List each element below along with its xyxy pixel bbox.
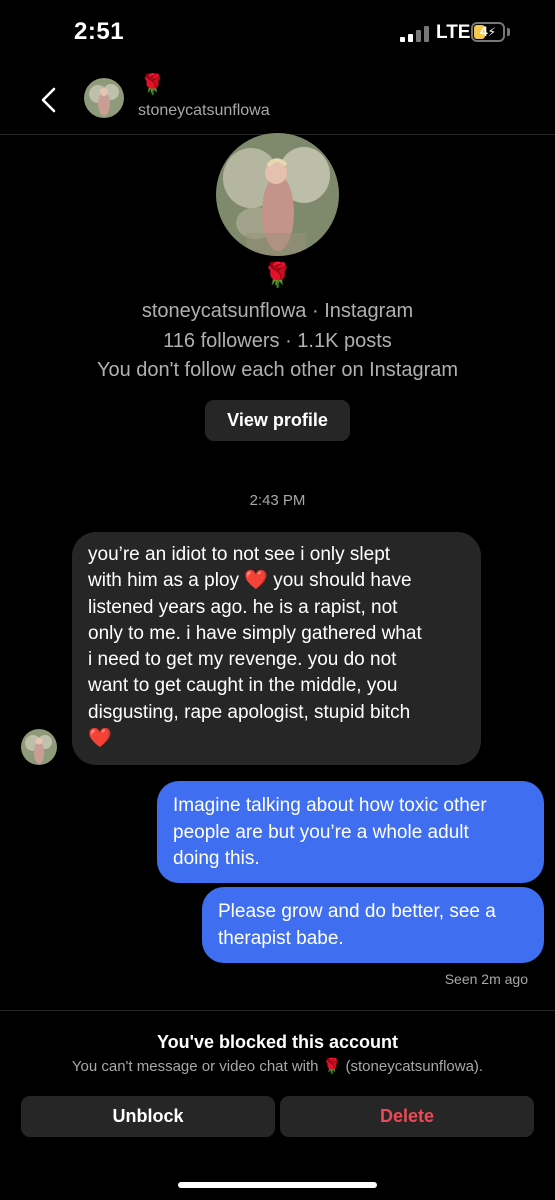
battery-icon: 4⚡ bbox=[471, 22, 505, 42]
sender-avatar[interactable] bbox=[21, 729, 57, 765]
message-line: you’re an idiot to not see i only slept bbox=[88, 544, 391, 565]
avatar[interactable] bbox=[84, 78, 124, 118]
message-line: Please grow and do better, see a bbox=[218, 901, 496, 922]
profile-follow-status: You don't follow each other on Instagram bbox=[96, 359, 459, 381]
profile-picture[interactable] bbox=[216, 133, 339, 256]
back-icon[interactable] bbox=[36, 86, 64, 114]
message-line: doing this. bbox=[173, 848, 260, 869]
status-time: 2:51 bbox=[74, 18, 125, 45]
status-bar: 2:51 LTE 4⚡ bbox=[0, 0, 555, 70]
seen-status: Seen 2m ago bbox=[444, 971, 528, 987]
message-line: listened years ago. he is a rapist, not bbox=[88, 596, 398, 618]
view-profile-button[interactable]: View profile bbox=[205, 400, 350, 441]
message-line: want to get caught in the middle, you bbox=[88, 675, 398, 697]
unblock-button[interactable]: Unblock bbox=[21, 1096, 275, 1137]
message-line: therapist babe. bbox=[218, 927, 344, 949]
sent-message[interactable]: Imagine talking about how toxic other pe… bbox=[157, 781, 544, 883]
delete-button[interactable]: Delete bbox=[280, 1096, 534, 1137]
battery-nub bbox=[507, 28, 510, 36]
battery-level: 4 bbox=[479, 23, 488, 39]
footer-divider bbox=[0, 1010, 555, 1011]
message-line: people are but you’re a whole adult bbox=[173, 821, 469, 843]
chat-header: 🌹 stoneycatsunflowa bbox=[0, 70, 555, 135]
profile-stats-line: 116 followers · 1.1K posts bbox=[163, 330, 392, 352]
signal-icon bbox=[400, 26, 430, 42]
home-indicator[interactable] bbox=[178, 1182, 377, 1188]
message-line: only to me. i have simply gathered what bbox=[88, 622, 422, 644]
message-line: Imagine talking about how toxic other bbox=[173, 795, 487, 816]
profile-rose-emoji: 🌹 bbox=[262, 262, 293, 289]
received-message[interactable]: you’re an idiot to not see i only slept … bbox=[72, 532, 481, 765]
message-timestamp: 2:43 PM bbox=[249, 492, 306, 509]
sent-message[interactable]: Please grow and do better, see a therapi… bbox=[202, 887, 544, 963]
profile-username-line: stoneycatsunflowa · Instagram bbox=[141, 300, 414, 322]
message-line: with him as a ploy ❤️ you should have bbox=[88, 570, 412, 592]
message-line: ❤️ bbox=[88, 728, 112, 750]
header-username[interactable]: stoneycatsunflowa bbox=[138, 102, 270, 120]
blocked-title: You've blocked this account bbox=[157, 1032, 398, 1052]
message-line: i need to get my revenge. you do not bbox=[88, 649, 397, 671]
blocked-subtitle: You can't message or video chat with 🌹 (… bbox=[71, 1058, 484, 1075]
network-type: LTE bbox=[436, 22, 471, 43]
message-line: disgusting, rape apologist, stupid bitch bbox=[88, 701, 411, 723]
rose-emoji: 🌹 bbox=[140, 74, 165, 96]
